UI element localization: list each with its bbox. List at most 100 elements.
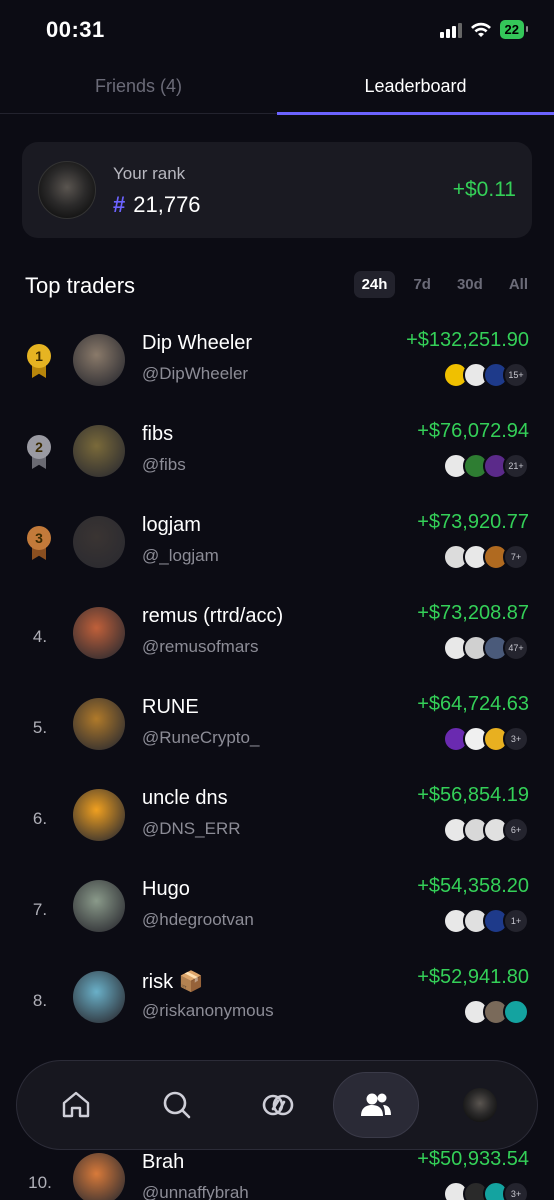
trader-pnl: +$56,854.19 <box>417 784 529 806</box>
trader-name: Brah <box>142 1151 185 1173</box>
status-icons: 22 <box>439 20 529 39</box>
rank-number: 6. <box>32 809 48 828</box>
token-stack[interactable]: 47+ <box>443 635 529 661</box>
status-bar: 00:31 22 <box>0 0 554 60</box>
medal-rank: 1 <box>27 344 51 368</box>
trader-handle: @unnaffybrah <box>142 1183 249 1200</box>
trader-pnl: +$64,724.63 <box>417 693 529 715</box>
battery-icon: 22 <box>499 20 529 39</box>
trader-name: remus (rtrd/acc) <box>142 605 284 627</box>
nav-profile[interactable] <box>437 1072 523 1138</box>
section-title: Top traders <box>25 273 136 298</box>
trader-name: Hugo <box>142 878 190 900</box>
trader-pnl: +$52,941.80 <box>417 966 529 988</box>
trader-handle: @fibs <box>142 455 186 474</box>
token-stack[interactable]: 1+ <box>443 908 529 934</box>
more-tokens-badge: 15+ <box>503 362 529 388</box>
more-tokens-badge: 3+ <box>503 1181 529 1200</box>
token-stack[interactable]: 15+ <box>443 362 529 388</box>
trader-name: logjam <box>142 514 201 536</box>
table-row[interactable]: 4. remus (rtrd/acc) @remusofmars +$73,208.8… <box>0 589 554 680</box>
trader-handle: @hdegrootvan <box>142 910 254 929</box>
avatar[interactable] <box>73 425 125 477</box>
home-icon <box>62 1091 90 1118</box>
rank-number: 4. <box>32 627 48 646</box>
table-row[interactable]: 5. RUNE @RuneCrypto_ +$64,724.63 3+ <box>0 680 554 771</box>
trader-pnl: +$73,920.77 <box>417 511 529 533</box>
table-row[interactable]: 7. Hugo @hdegrootvan +$54,358.20 1+ <box>0 862 554 953</box>
period-24h[interactable]: 24h <box>353 271 396 298</box>
avatar[interactable] <box>73 607 125 659</box>
table-row[interactable]: 3 logjam @_logjam +$73,920.77 7+ <box>0 498 554 589</box>
wifi-icon <box>470 22 491 37</box>
trader-handle: @riskanonymous <box>142 1001 274 1020</box>
your-rank-label: Your rank <box>113 164 186 183</box>
profile-avatar <box>463 1088 497 1122</box>
trader-name: RUNE <box>142 696 199 718</box>
period-7d[interactable]: 7d <box>405 271 439 298</box>
your-rank-pnl: +$0.11 <box>452 178 516 201</box>
token-stack[interactable]: 21+ <box>443 453 529 479</box>
table-row[interactable]: 2 fibs @fibs +$76,072.94 21+ <box>0 407 554 498</box>
token-stack[interactable]: 7+ <box>443 544 529 570</box>
signal-icon <box>439 22 462 38</box>
trader-pnl: +$132,251.90 <box>406 329 529 351</box>
trader-handle: @_logjam <box>142 546 219 565</box>
nav-friends[interactable] <box>333 1072 419 1138</box>
token-stack[interactable] <box>463 999 529 1025</box>
table-row[interactable]: 8. risk 📦 @riskanonymous +$52,941.80 <box>0 953 554 1044</box>
trader-name: Dip Wheeler <box>142 332 253 354</box>
token-stack[interactable]: 6+ <box>443 817 529 843</box>
rank-hash: # <box>113 192 126 217</box>
avatar[interactable] <box>73 334 125 386</box>
more-tokens-badge: 21+ <box>503 453 529 479</box>
token-stack[interactable]: 3+ <box>443 726 529 752</box>
trade-icon <box>262 1094 294 1116</box>
nav-trade[interactable] <box>235 1072 321 1138</box>
more-tokens-badge: 1+ <box>503 908 529 934</box>
trader-name: risk 📦 <box>142 971 204 993</box>
trader-pnl: +$73,208.87 <box>417 602 529 624</box>
period-all[interactable]: All <box>501 271 536 298</box>
trader-handle: @DNS_ERR <box>142 819 241 838</box>
friends-icon <box>361 1093 391 1116</box>
trader-handle: @DipWheeler <box>142 364 249 383</box>
medal-icon: 3 <box>26 526 52 560</box>
medal-icon: 1 <box>26 344 52 378</box>
trader-pnl: +$76,072.94 <box>417 420 529 442</box>
more-tokens-badge: 3+ <box>503 726 529 752</box>
rank-number: 8. <box>32 991 48 1010</box>
table-row[interactable]: 6. uncle dns @DNS_ERR +$56,854.19 6+ <box>0 771 554 862</box>
nav-home[interactable] <box>33 1072 119 1138</box>
bottom-nav <box>16 1060 538 1150</box>
avatar[interactable] <box>73 1153 125 1200</box>
tab-leaderboard[interactable]: Leaderboard <box>277 58 554 115</box>
avatar[interactable] <box>73 880 125 932</box>
status-time: 00:31 <box>46 17 105 42</box>
avatar[interactable] <box>73 971 125 1023</box>
trader-pnl: +$54,358.20 <box>417 875 529 897</box>
trader-name: uncle dns <box>142 787 228 809</box>
trader-handle: @RuneCrypto_ <box>142 728 260 747</box>
your-rank-value: #21,776 <box>113 192 201 218</box>
table-row[interactable]: 1 Dip Wheeler @DipWheeler +$132,251.90 15+ <box>0 316 554 407</box>
period-30d[interactable]: 30d <box>449 271 491 298</box>
your-rank-card[interactable]: Your rank #21,776 +$0.11 <box>22 142 532 238</box>
tab-friends[interactable]: Friends (4) <box>0 58 277 114</box>
rank-number: 5. <box>32 718 48 737</box>
more-tokens-badge: 6+ <box>503 817 529 843</box>
rank-number: 10. <box>28 1173 52 1192</box>
period-selector: 24h 7d 30d All <box>353 271 536 298</box>
medal-rank: 3 <box>27 526 51 550</box>
medal-rank: 2 <box>27 435 51 459</box>
tab-bar: Friends (4) Leaderboard <box>0 58 554 115</box>
trader-pnl: +$50,933.54 <box>417 1148 529 1170</box>
more-tokens-badge: 47+ <box>503 635 529 661</box>
nav-search[interactable] <box>134 1072 220 1138</box>
more-tokens-badge: 7+ <box>503 544 529 570</box>
avatar[interactable] <box>73 516 125 568</box>
avatar <box>38 161 96 219</box>
avatar[interactable] <box>73 789 125 841</box>
avatar[interactable] <box>73 698 125 750</box>
token-stack[interactable]: 3+ <box>443 1181 529 1200</box>
